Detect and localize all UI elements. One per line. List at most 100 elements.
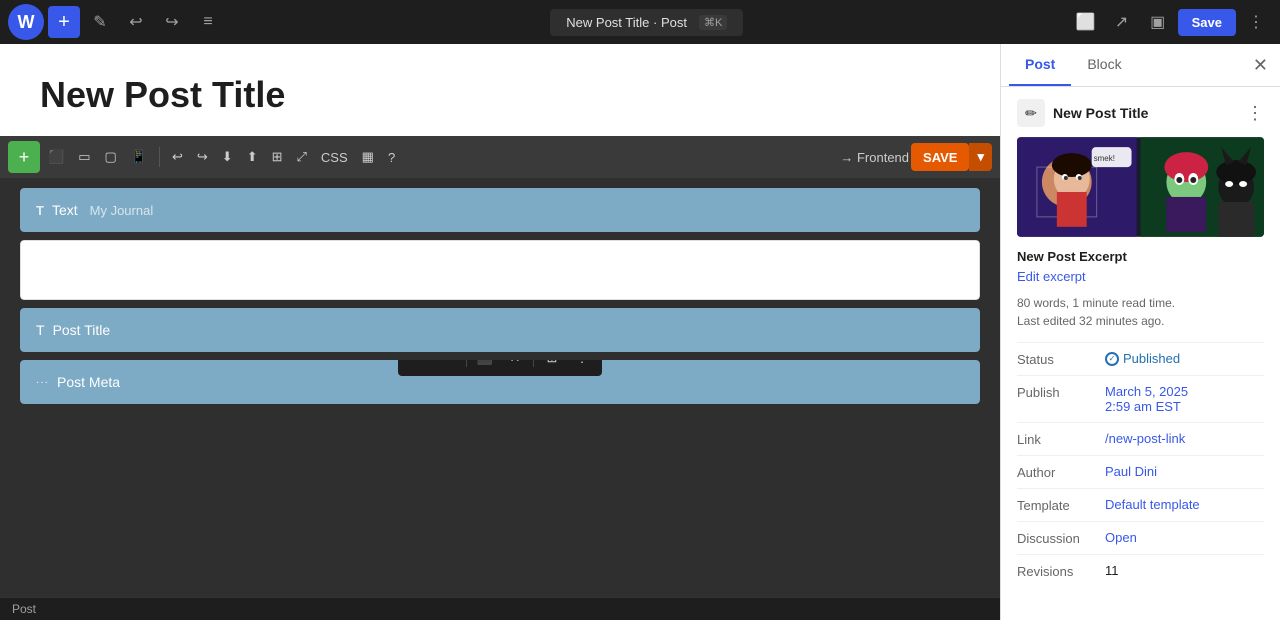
post-info-header: ✏ New Post Title ⋮ <box>1017 99 1264 127</box>
post-info-icon: ✏ <box>1017 99 1045 127</box>
divi-fullscreen-button[interactable]: ⤢ <box>291 145 313 169</box>
empty-block[interactable] <box>20 240 980 300</box>
discussion-value[interactable]: Open <box>1105 530 1264 545</box>
keyboard-shortcut: ⌘K <box>699 15 727 30</box>
divi-save-dropdown-button[interactable]: ▾ <box>969 143 992 171</box>
meta-row-template: Template Default template <box>1017 488 1264 521</box>
list-view-button[interactable]: ≡ <box>192 6 224 38</box>
panel-close-button[interactable]: ✕ <box>1249 51 1272 80</box>
divi-share-button[interactable]: ⬆ <box>241 145 264 169</box>
post-info-more-button[interactable]: ⋮ <box>1246 103 1264 124</box>
status-published[interactable]: ✓ Published <box>1105 351 1180 366</box>
status-value: Published <box>1123 351 1180 366</box>
meta-row-revisions: Revisions 11 <box>1017 554 1264 587</box>
status-bar: Post <box>0 597 1000 620</box>
ft-divider-1 <box>466 360 467 367</box>
ft-edit-button[interactable]: ✏ <box>404 360 432 372</box>
publish-date-link[interactable]: March 5, 2025 2:59 am EST <box>1105 384 1264 414</box>
meta-row-status: Status ✓ Published <box>1017 342 1264 375</box>
post-title-block-label: Post Title <box>53 322 111 338</box>
sidebar-toggle-button[interactable]: ▣ <box>1142 6 1174 38</box>
divi-save-group: SAVE ▾ <box>911 143 992 171</box>
ft-more-button[interactable]: ⋮ <box>568 360 596 372</box>
excerpt-label: New Post Excerpt <box>1017 249 1264 264</box>
block-post-meta-row: ··· Post Meta ✏ ✒ ⬛ ✕ ⊞ ⋮ <box>20 360 980 404</box>
meta-row-author: Author Paul Dini <box>1017 455 1264 488</box>
featured-image[interactable]: smek! <box>1017 137 1264 237</box>
divi-save-button[interactable]: SAVE <box>911 143 969 171</box>
ft-grid-button[interactable]: ⊞ <box>538 360 566 372</box>
divi-layout-2-button[interactable]: ▭ <box>72 145 96 169</box>
post-meta-block-icon: ··· <box>36 377 49 388</box>
divi-undo-button[interactable]: ↩ <box>166 145 189 169</box>
status-bar-label: Post <box>12 602 36 616</box>
divi-redo-button[interactable]: ↪ <box>191 145 214 169</box>
revisions-value: 11 <box>1105 563 1264 578</box>
panel-tabs: Post Block ✕ <box>1001 44 1280 87</box>
ft-draw-button[interactable]: ✒ <box>434 360 462 372</box>
top-bar-actions: ⬜ ↗ ▣ Save ⋮ <box>1070 6 1272 38</box>
divi-grid-button[interactable]: ⊞ <box>266 145 289 169</box>
undo-button[interactable]: ↩ <box>120 6 152 38</box>
ft-close-button[interactable]: ✕ <box>501 360 529 372</box>
meta-row-link: Link /new-post-link <box>1017 422 1264 455</box>
top-bar: W + ✎ ↩ ↪ ≡ New Post Title · Post ⌘K ⬜ ↗… <box>0 0 1280 44</box>
divi-layout-1-button[interactable]: ⬛ <box>42 145 70 169</box>
ft-divider-2 <box>533 360 534 367</box>
edit-excerpt-link[interactable]: Edit excerpt <box>1017 269 1086 284</box>
discussion-label: Discussion <box>1017 530 1097 546</box>
add-block-button[interactable]: + <box>48 6 80 38</box>
meta-row-discussion: Discussion Open <box>1017 521 1264 554</box>
tools-button[interactable]: ✎ <box>84 6 116 38</box>
divi-css-button[interactable]: CSS <box>315 146 354 169</box>
status-label: Status <box>1017 351 1097 367</box>
word-count: 80 words, 1 minute read time. Last edite… <box>1017 294 1264 330</box>
post-title-block[interactable]: T Post Title <box>20 308 980 352</box>
text-block-icon: T <box>36 203 44 218</box>
divi-history-button[interactable]: ⬇ <box>216 145 239 169</box>
options-button[interactable]: ⋮ <box>1240 6 1272 38</box>
svg-text:smek!: smek! <box>1094 154 1115 163</box>
template-value[interactable]: Default template <box>1105 497 1264 512</box>
post-info-title: New Post Title <box>1053 105 1238 121</box>
divi-frontend-link[interactable]: → Frontend <box>840 150 909 165</box>
tab-block[interactable]: Block <box>1071 44 1137 86</box>
ft-box-button[interactable]: ⬛ <box>471 360 499 372</box>
block-post-title-row: T Post Title <box>20 308 980 352</box>
external-link-button[interactable]: ↗ <box>1106 6 1138 38</box>
editor-area: New Post Title + ⬛ ▭ ▢ 📱 ↩ ↪ ⬇ ⬆ ⊞ ⤢ CSS… <box>0 44 1000 620</box>
post-title[interactable]: New Post Title <box>40 74 960 116</box>
document-title-pill[interactable]: New Post Title · Post ⌘K <box>550 9 743 36</box>
author-value[interactable]: Paul Dini <box>1105 464 1264 479</box>
block-text-row: T Text My Journal <box>20 188 980 232</box>
post-title-block-icon: T <box>36 322 45 338</box>
link-label: Link <box>1017 431 1097 447</box>
floating-block-toolbar: ✏ ✒ ⬛ ✕ ⊞ ⋮ <box>398 360 602 376</box>
author-label: Author <box>1017 464 1097 480</box>
save-button[interactable]: Save <box>1178 9 1236 36</box>
wp-logo: W <box>8 4 44 40</box>
divi-portability-button[interactable]: ▦ <box>356 145 380 169</box>
post-title-area: New Post Title <box>0 44 1000 136</box>
redo-button[interactable]: ↪ <box>156 6 188 38</box>
publish-label: Publish <box>1017 384 1097 400</box>
divi-help-button[interactable]: ? <box>382 146 401 169</box>
panel-content: ✏ New Post Title ⋮ <box>1001 87 1280 599</box>
text-block[interactable]: T Text My Journal <box>20 188 980 232</box>
status-circle-icon: ✓ <box>1105 352 1119 366</box>
tab-post[interactable]: Post <box>1009 44 1071 86</box>
meta-row-publish: Publish March 5, 2025 2:59 am EST <box>1017 375 1264 422</box>
text-block-sub: My Journal <box>90 203 154 218</box>
toolbar-separator-1 <box>159 147 160 167</box>
block-empty-row <box>20 240 980 300</box>
main-layout: New Post Title + ⬛ ▭ ▢ 📱 ↩ ↪ ⬇ ⬆ ⊞ ⤢ CSS… <box>0 44 1280 620</box>
view-mode-button[interactable]: ⬜ <box>1070 6 1102 38</box>
divi-layout-3-button[interactable]: ▢ <box>98 145 122 169</box>
divi-add-button[interactable]: + <box>8 141 40 173</box>
divi-toolbar: + ⬛ ▭ ▢ 📱 ↩ ↪ ⬇ ⬆ ⊞ ⤢ CSS ▦ ? → Frontend… <box>0 136 1000 178</box>
link-value[interactable]: /new-post-link <box>1105 431 1264 446</box>
text-block-label: Text <box>52 202 78 218</box>
revisions-label: Revisions <box>1017 563 1097 579</box>
top-bar-title-container: New Post Title · Post ⌘K <box>228 9 1066 36</box>
divi-mobile-button[interactable]: 📱 <box>125 145 153 169</box>
